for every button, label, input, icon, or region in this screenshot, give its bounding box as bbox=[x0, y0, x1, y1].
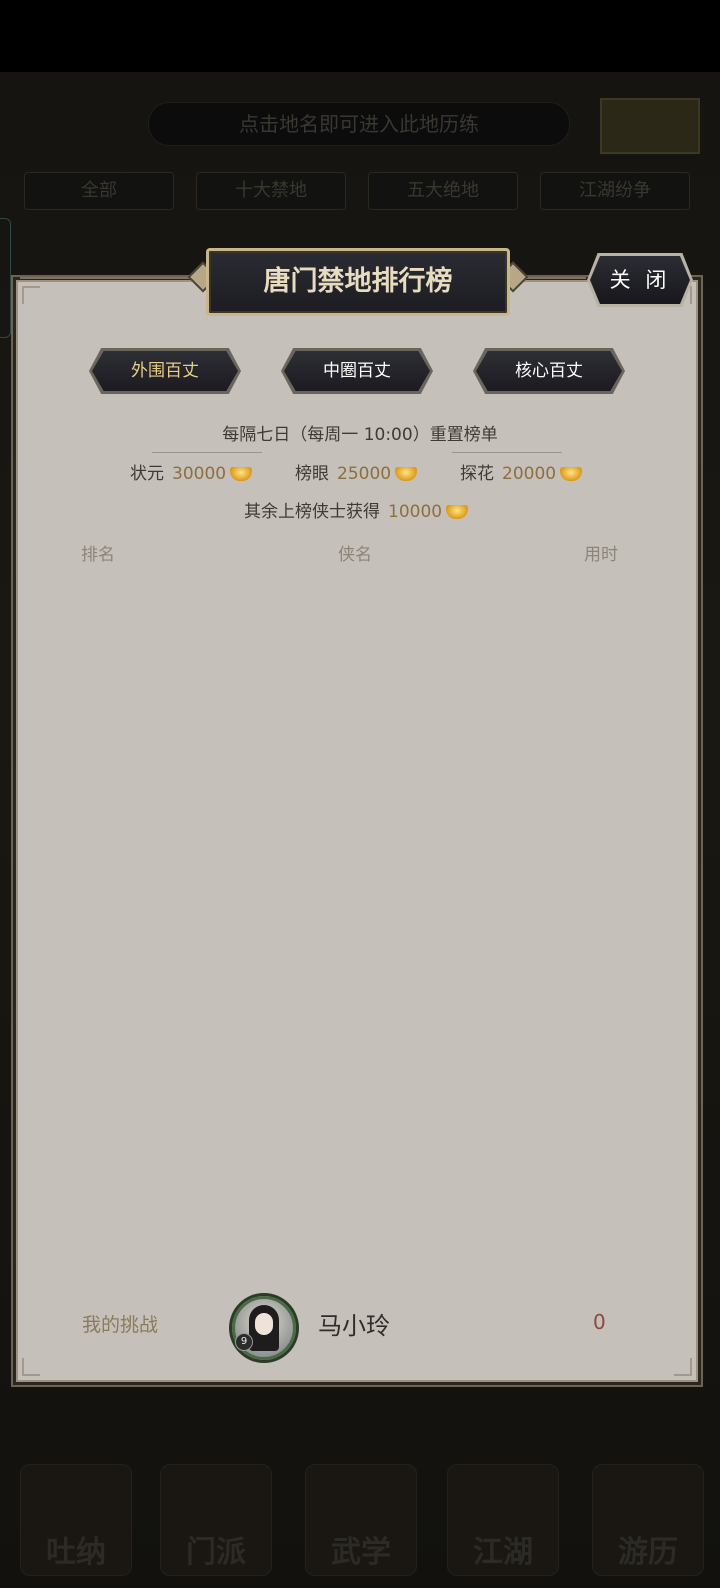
reward-amount: 25000 bbox=[337, 464, 392, 484]
my-challenge-label: 我的挑战 bbox=[82, 1314, 159, 1336]
column-header-name: 侠名 bbox=[338, 545, 372, 565]
nav-wuxue: 武学 bbox=[305, 1464, 417, 1576]
status-bar bbox=[0, 0, 720, 72]
level-badge: 9 bbox=[235, 1333, 253, 1351]
my-name: 马小玲 bbox=[318, 1312, 390, 1340]
nav-tuna: 吐纳 bbox=[20, 1464, 132, 1576]
side-tab bbox=[0, 218, 11, 338]
map-thumbnail bbox=[600, 98, 700, 154]
reward-title: 榜眼 bbox=[295, 464, 329, 484]
dialog-title: 唐门禁地排行榜 bbox=[206, 248, 510, 316]
bg-tab-jianghu-dispute: 江湖纷争 bbox=[540, 172, 690, 210]
reward-first: 状元 30000 bbox=[130, 462, 253, 486]
corner-ornament bbox=[22, 1358, 40, 1376]
gold-ingot-icon bbox=[560, 467, 583, 481]
gold-ingot-icon bbox=[446, 505, 469, 519]
tab-outer-circle[interactable]: 外围百丈 bbox=[92, 351, 238, 391]
reward-second: 榜眼 25000 bbox=[295, 462, 418, 486]
map-hint-bar: 点击地名即可进入此地历练 bbox=[148, 102, 570, 146]
corner-ornament bbox=[22, 286, 40, 304]
avatar[interactable]: 9 bbox=[232, 1296, 296, 1360]
column-header-time: 用时 bbox=[584, 545, 618, 565]
decorative-divider bbox=[452, 452, 562, 453]
my-time: 0 bbox=[593, 1310, 606, 1334]
decorative-divider bbox=[152, 452, 262, 453]
reward-others-label: 其余上榜侠士获得 bbox=[244, 502, 380, 522]
title-divider bbox=[520, 277, 586, 279]
nav-youli: 游历 bbox=[592, 1464, 704, 1576]
close-button[interactable]: 关 闭 bbox=[590, 256, 690, 304]
bg-tab-ten-forbidden: 十大禁地 bbox=[196, 172, 346, 210]
column-header-rank: 排名 bbox=[81, 545, 115, 565]
reward-title: 探花 bbox=[460, 464, 494, 484]
nav-menpai: 门派 bbox=[160, 1464, 272, 1576]
reward-amount: 20000 bbox=[502, 464, 557, 484]
reward-third: 探花 20000 bbox=[460, 462, 583, 486]
bottom-nav: 吐纳 门派 武学 江湖 游历 bbox=[0, 1440, 720, 1588]
gold-ingot-icon bbox=[395, 467, 418, 481]
bg-tab-all: 全部 bbox=[24, 172, 174, 210]
reward-amount: 10000 bbox=[388, 502, 443, 522]
reward-amount: 30000 bbox=[172, 464, 227, 484]
reset-notice: 每隔七日（每周一 10:00）重置榜单 bbox=[222, 425, 498, 445]
nav-jianghu: 江湖 bbox=[447, 1464, 559, 1576]
tab-core-circle[interactable]: 核心百丈 bbox=[476, 351, 622, 391]
bg-tab-five-absolute: 五大绝地 bbox=[368, 172, 518, 210]
leaderboard-panel bbox=[16, 280, 698, 1382]
title-divider bbox=[20, 277, 190, 279]
reward-title: 状元 bbox=[130, 464, 164, 484]
gold-ingot-icon bbox=[230, 467, 253, 481]
avatar-face bbox=[255, 1313, 273, 1335]
tab-middle-circle[interactable]: 中圈百丈 bbox=[284, 351, 430, 391]
reward-others: 其余上榜侠士获得 10000 bbox=[244, 500, 469, 524]
corner-ornament bbox=[674, 1358, 692, 1376]
